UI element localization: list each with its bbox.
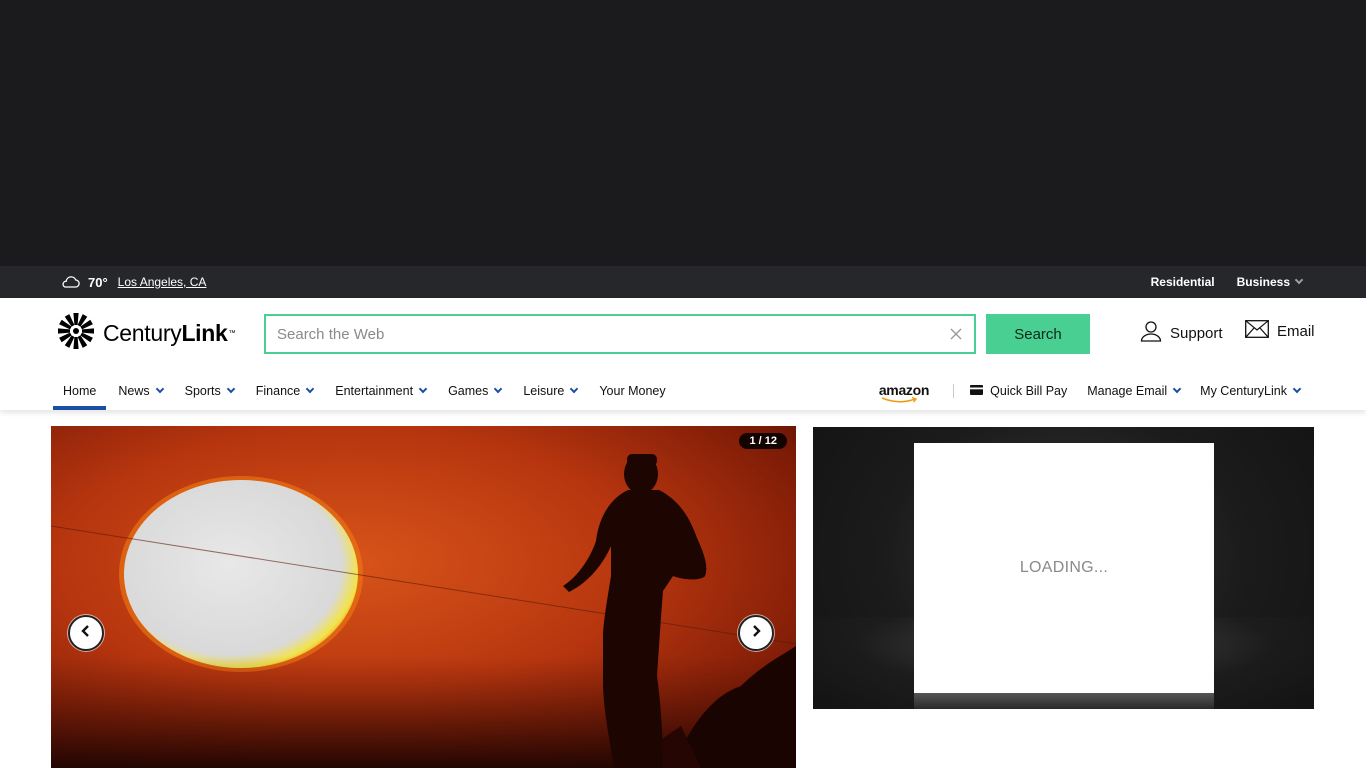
nav-right-links: amazon Quick Bill Pay Manage Email My Ce… (869, 372, 1310, 410)
support-label: Support (1170, 324, 1223, 342)
amazon-smile-icon (881, 396, 917, 403)
slide-image-runner-sunset (51, 426, 796, 768)
chevron-down-icon (1294, 275, 1304, 285)
weather-widget[interactable]: 70° Los Angeles, CA (60, 266, 206, 298)
chevron-down-icon (494, 384, 503, 394)
my-centurylink-menu[interactable]: My CenturyLink (1190, 384, 1310, 398)
email-label: Email (1277, 322, 1315, 340)
credit-card-icon (970, 384, 984, 398)
nav-label: Finance (255, 384, 301, 398)
nav-divider (953, 384, 955, 398)
amazon-link[interactable]: amazon (869, 382, 947, 403)
weather-location-link[interactable]: Los Angeles, CA (118, 275, 207, 289)
residential-link[interactable]: Residential (1151, 275, 1215, 289)
ad-frame: LOADING... (914, 443, 1214, 693)
amazon-logo: amazon (879, 382, 929, 403)
site-header: CenturyLink™ Search Support Email Home N… (0, 298, 1366, 410)
chevron-left-icon (79, 624, 93, 643)
nav-item-entertainment[interactable]: Entertainment (325, 372, 436, 410)
nav-item-games[interactable]: Games (438, 372, 511, 410)
chevron-down-icon (570, 384, 579, 394)
user-icon (1140, 320, 1162, 346)
nav-label: News (118, 384, 150, 398)
nav-item-finance[interactable]: Finance (246, 372, 323, 410)
ad-frame-shadow (914, 693, 1214, 709)
nav-label: Sports (184, 384, 221, 398)
weather-temperature: 70° (88, 274, 108, 290)
chevron-down-icon (1292, 384, 1302, 394)
chevron-right-icon (749, 624, 763, 643)
next-slide-button[interactable] (738, 615, 774, 651)
chevron-down-icon (155, 384, 164, 394)
search-button[interactable]: Search (986, 314, 1090, 354)
chevron-down-icon (1172, 384, 1182, 394)
nav-label: Leisure (523, 384, 565, 398)
manage-email-menu[interactable]: Manage Email (1077, 384, 1190, 398)
quick-bill-pay-link[interactable]: Quick Bill Pay (960, 384, 1077, 398)
nav-label: Entertainment (335, 384, 414, 398)
business-menu[interactable]: Business (1236, 275, 1304, 289)
envelope-icon (1245, 320, 1269, 342)
nav-item-news[interactable]: News (108, 372, 172, 410)
my-centurylink-label: My CenturyLink (1200, 384, 1287, 398)
email-link[interactable]: Email (1245, 320, 1315, 342)
previous-slide-button[interactable] (68, 615, 104, 651)
chevron-down-icon (226, 384, 235, 394)
nav-item-sports[interactable]: Sports (175, 372, 244, 410)
nav-label: Home (63, 384, 97, 398)
nav-label: Games (448, 384, 489, 398)
quick-bill-pay-label: Quick Bill Pay (990, 384, 1068, 398)
search-input[interactable] (266, 316, 974, 352)
nav-item-home[interactable]: Home (53, 372, 107, 410)
nav-item-leisure[interactable]: Leisure (513, 372, 587, 410)
centurylink-logo[interactable]: CenturyLink™ (56, 312, 236, 352)
top-ad-banner (0, 0, 1366, 266)
logo-wordmark: CenturyLink™ (103, 319, 236, 346)
chevron-down-icon (305, 384, 315, 394)
support-link[interactable]: Support (1140, 320, 1223, 346)
nav-label: Your Money (599, 384, 666, 398)
slide-counter: 1 / 12 (739, 433, 787, 449)
top-utility-bar: 70° Los Angeles, CA Residential Business (0, 266, 1366, 298)
cloud-icon (60, 274, 80, 291)
nav-item-your-money[interactable]: Your Money (589, 372, 675, 410)
chevron-down-icon (418, 384, 428, 394)
manage-email-label: Manage Email (1087, 384, 1168, 398)
main-nav: Home News Sports Finance Entertainment G… (53, 372, 678, 410)
business-label: Business (1236, 275, 1290, 289)
ad-loading-text: LOADING... (1019, 559, 1109, 576)
centurylink-burst-icon (56, 311, 96, 356)
sidebar-ad[interactable]: LOADING... (813, 427, 1314, 709)
search-box (264, 314, 976, 354)
clear-search-icon[interactable] (947, 325, 965, 343)
photo-slideshow[interactable]: 1 / 12 (51, 426, 796, 768)
